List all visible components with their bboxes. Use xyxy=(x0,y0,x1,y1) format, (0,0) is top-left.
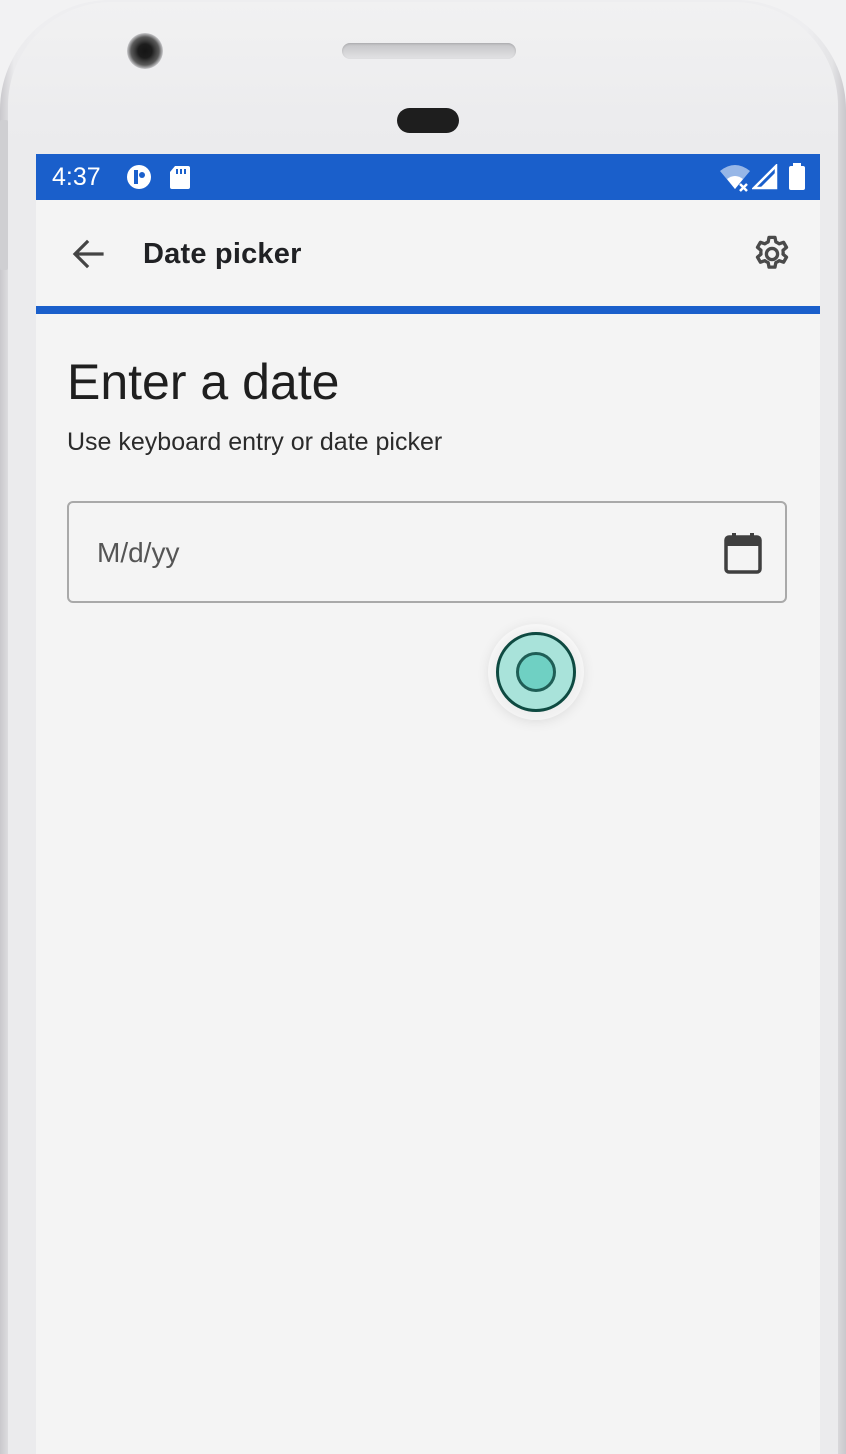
date-field[interactable] xyxy=(67,501,787,603)
wifi-icon xyxy=(718,162,752,192)
settings-button[interactable] xyxy=(742,224,802,284)
touch-indicator-dot xyxy=(516,652,556,692)
accessibility-app-icon xyxy=(124,162,154,192)
device-screenshot: 4:37 Date picker Enter a date Use keyboa… xyxy=(0,0,846,1454)
back-button[interactable] xyxy=(58,224,118,284)
gear-icon xyxy=(751,233,793,275)
touch-indicator xyxy=(496,632,576,712)
app-bar: Date picker xyxy=(36,200,820,306)
subheading: Use keyboard entry or date picker xyxy=(67,428,443,456)
signal-icon xyxy=(752,162,778,192)
page-title: Date picker xyxy=(143,238,302,270)
status-bar: 4:37 xyxy=(36,154,820,200)
sd-card-icon xyxy=(168,162,192,192)
arrow-back-icon xyxy=(70,236,106,272)
phone-side-button xyxy=(0,120,8,270)
date-input[interactable] xyxy=(97,531,677,575)
proximity-sensor xyxy=(397,108,459,133)
front-camera xyxy=(127,33,163,69)
status-time: 4:37 xyxy=(52,163,101,191)
heading: Enter a date xyxy=(67,354,340,410)
earpiece-speaker xyxy=(342,43,516,59)
app-screen: 4:37 Date picker Enter a date Use keyboa… xyxy=(36,154,820,1454)
battery-icon xyxy=(788,162,806,192)
app-bar-divider xyxy=(36,306,820,314)
open-date-picker-button[interactable] xyxy=(715,525,771,581)
calendar-icon xyxy=(723,532,763,574)
